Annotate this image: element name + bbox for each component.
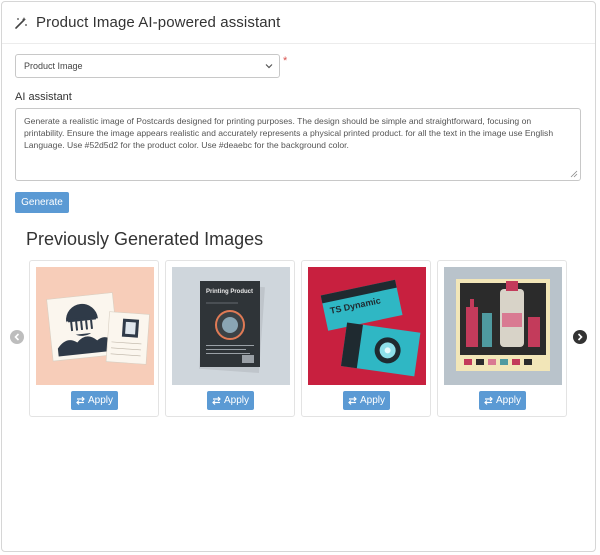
page-title: Product Image AI-powered assistant bbox=[36, 14, 281, 31]
swap-arrows-icon bbox=[76, 396, 85, 405]
ai-prompt-text: Generate a realistic image of Postcards … bbox=[24, 116, 554, 150]
apply-button[interactable]: Apply bbox=[71, 391, 118, 410]
swap-arrows-icon bbox=[484, 396, 493, 405]
panel-header: Product Image AI-powered assistant bbox=[2, 2, 595, 44]
generated-image-flyer[interactable]: Printing Product bbox=[172, 267, 290, 385]
carousel-prev-button[interactable] bbox=[10, 330, 24, 344]
generated-image-card: Apply bbox=[437, 260, 567, 417]
apply-button-label: Apply bbox=[87, 395, 113, 406]
ai-assistant-label: AI assistant bbox=[15, 91, 72, 103]
swap-arrows-icon bbox=[212, 396, 221, 405]
ai-prompt-textarea[interactable]: Generate a realistic image of Postcards … bbox=[15, 108, 581, 181]
generated-image-card: Apply bbox=[29, 260, 159, 417]
ai-assistant-panel: Product Image AI-powered assistant Produ… bbox=[1, 1, 596, 552]
gallery-title: Previously Generated Images bbox=[26, 229, 264, 249]
flyer-heading-text: Printing Product bbox=[206, 289, 253, 295]
chevron-right-icon bbox=[577, 333, 583, 341]
generated-image-card: TS Dynamic Apply bbox=[301, 260, 431, 417]
resize-handle-icon[interactable] bbox=[570, 170, 578, 178]
required-marker: * bbox=[283, 55, 288, 67]
generated-image-card: Printing Product Apply bbox=[165, 260, 295, 417]
apply-button[interactable]: Apply bbox=[479, 391, 526, 410]
apply-button[interactable]: Apply bbox=[207, 391, 254, 410]
apply-button-label: Apply bbox=[495, 395, 521, 406]
apply-button[interactable]: Apply bbox=[343, 391, 390, 410]
generate-button[interactable]: Generate bbox=[15, 192, 69, 213]
apply-button-label: Apply bbox=[223, 395, 249, 406]
magic-wand-icon bbox=[14, 16, 28, 30]
chevron-left-icon bbox=[14, 333, 20, 341]
generated-image-postcard[interactable] bbox=[36, 267, 154, 385]
product-type-select[interactable]: Product Image bbox=[15, 54, 280, 78]
swap-arrows-icon bbox=[348, 396, 357, 405]
generated-image-business-cards[interactable]: TS Dynamic bbox=[308, 267, 426, 385]
generated-image-bottles-poster[interactable] bbox=[444, 267, 562, 385]
chevron-down-icon bbox=[265, 64, 273, 69]
apply-button-label: Apply bbox=[359, 395, 385, 406]
product-type-select-value: Product Image bbox=[24, 61, 83, 71]
carousel-next-button[interactable] bbox=[573, 330, 587, 344]
